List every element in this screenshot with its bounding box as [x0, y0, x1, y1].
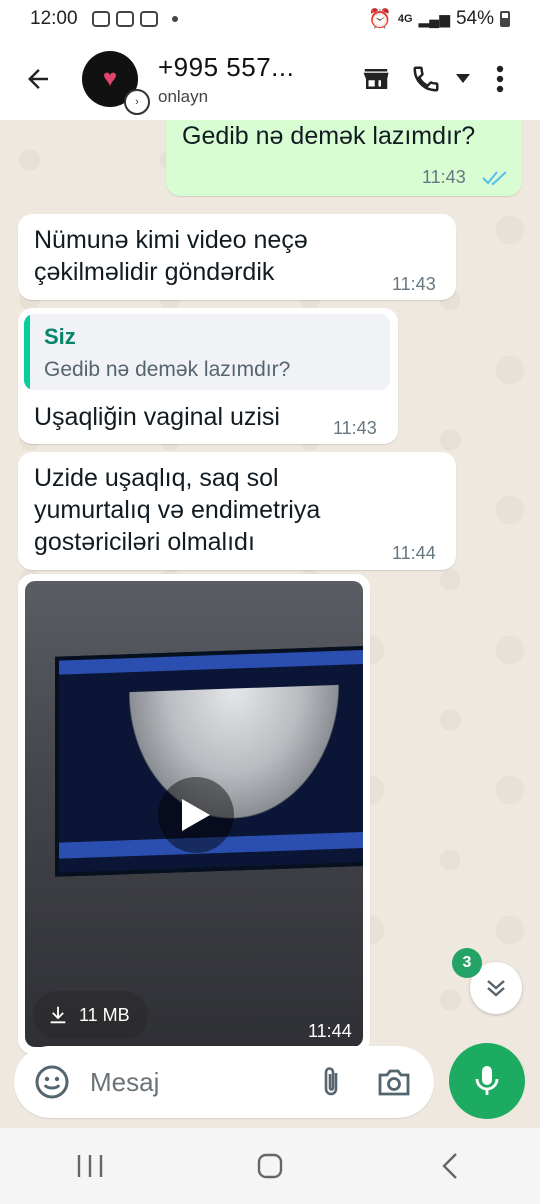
battery-icon [500, 11, 510, 27]
network-label: 4G [397, 13, 413, 25]
play-button[interactable] [158, 777, 234, 853]
attach-button[interactable] [312, 1062, 352, 1102]
message-outgoing[interactable]: Gedib nə demək lazımdır? 11:43 [166, 120, 522, 196]
signal-icon: ▂▄▆ [418, 10, 450, 27]
back-arrow-icon [28, 69, 48, 89]
system-navigation-bar [0, 1128, 540, 1204]
message-composer[interactable]: Mesaj [14, 1046, 434, 1118]
logo-heart-icon: ♥ [102, 65, 118, 92]
message-text-line: çəkilməlidir göndərdik [34, 258, 275, 286]
double-chevron-down-icon [487, 980, 505, 997]
message-time: 11:44 [392, 543, 436, 563]
message-time: 11:43 [333, 418, 377, 438]
status-time: 12:00 [30, 8, 78, 29]
status-bar: 12:00 ⏰ 4G ▂▄▆ 54% [0, 0, 540, 38]
message-text: Gedib nə demək lazımdır? [182, 122, 476, 150]
call-button[interactable] [404, 51, 448, 107]
store-button[interactable] [348, 51, 404, 107]
message-text-line: gostəriciləri olmalıdı [34, 528, 255, 556]
back-button[interactable] [8, 49, 68, 109]
battery-text: 54% [455, 8, 494, 29]
call-options-dropdown[interactable] [448, 51, 478, 107]
message-video[interactable]: 11 MB 11:44 [18, 574, 370, 1054]
notification-icon [91, 11, 110, 27]
quote-author: Siz [44, 324, 76, 349]
message-text: Uşaqliğin vaginal uzisi [34, 403, 280, 431]
camera-icon [378, 1069, 410, 1096]
more-notifications-icon [171, 16, 178, 22]
back-nav-button[interactable] [410, 1136, 490, 1196]
video-thumbnail[interactable]: 11 MB 11:44 [25, 581, 363, 1047]
camera-button[interactable] [374, 1062, 414, 1102]
dropdown-icon [456, 74, 470, 83]
message-input[interactable]: Mesaj [90, 1067, 312, 1098]
quoted-message[interactable]: Siz Gedib nə demək lazımdır? [24, 314, 390, 390]
unread-count-badge: 3 [452, 948, 482, 978]
play-icon [182, 799, 210, 831]
contact-info[interactable]: +995 557... onlayn [158, 52, 294, 107]
store-icon [363, 69, 389, 89]
home-icon [257, 1153, 283, 1179]
microphone-icon [475, 1066, 499, 1095]
video-size: 11 MB [79, 1004, 130, 1025]
phone-icon [413, 66, 439, 92]
message-text-line: Uzide uşaqlıq, saq sol [34, 464, 279, 492]
chat-area[interactable]: Gedib nə demək lazımdır? 11:43 Nümunə ki… [0, 120, 540, 1130]
image-icon [139, 11, 158, 27]
message-time: 11:43 [422, 167, 466, 187]
more-options-button[interactable] [478, 51, 522, 107]
double-check-icon [482, 171, 507, 186]
download-button[interactable]: 11 MB [33, 991, 148, 1039]
paperclip-icon [324, 1067, 338, 1096]
message-text-line: yumurtalıq və endimetriya [34, 496, 321, 524]
quote-bar [24, 314, 30, 390]
message-time: 11:43 [392, 274, 436, 294]
sticker-emoji-icon[interactable] [34, 1064, 70, 1100]
recent-apps-icon [77, 1155, 103, 1177]
message-incoming[interactable]: Uzide uşaqlıq, saq sol yumurtalıq və end… [18, 452, 456, 570]
contact-status: onlayn [158, 86, 209, 106]
notification-icon [115, 11, 134, 27]
home-button[interactable] [230, 1136, 310, 1196]
contact-name: +995 557... [158, 51, 295, 82]
message-time: 11:44 [308, 1021, 352, 1041]
quote-text: Gedib nə demək lazımdır? [44, 358, 291, 381]
message-incoming[interactable]: Nümunə kimi video neçə çəkilməlidir gönd… [18, 214, 456, 300]
more-vert-icon [496, 65, 504, 93]
chat-header: ♥ › +995 557... onlayn [0, 38, 540, 120]
voice-record-button[interactable] [449, 1043, 525, 1119]
recent-apps-button[interactable] [50, 1136, 130, 1196]
message-text-line: Nümunə kimi video neçə [34, 226, 308, 254]
download-icon [50, 1006, 66, 1024]
alarm-icon: ⏰ [368, 9, 392, 30]
avatar[interactable]: ♥ › [82, 51, 150, 115]
back-chevron-icon [442, 1153, 457, 1179]
channel-badge-icon: › [124, 89, 150, 115]
message-incoming-reply[interactable]: Siz Gedib nə demək lazımdır? Uşaqliğin v… [18, 308, 398, 444]
